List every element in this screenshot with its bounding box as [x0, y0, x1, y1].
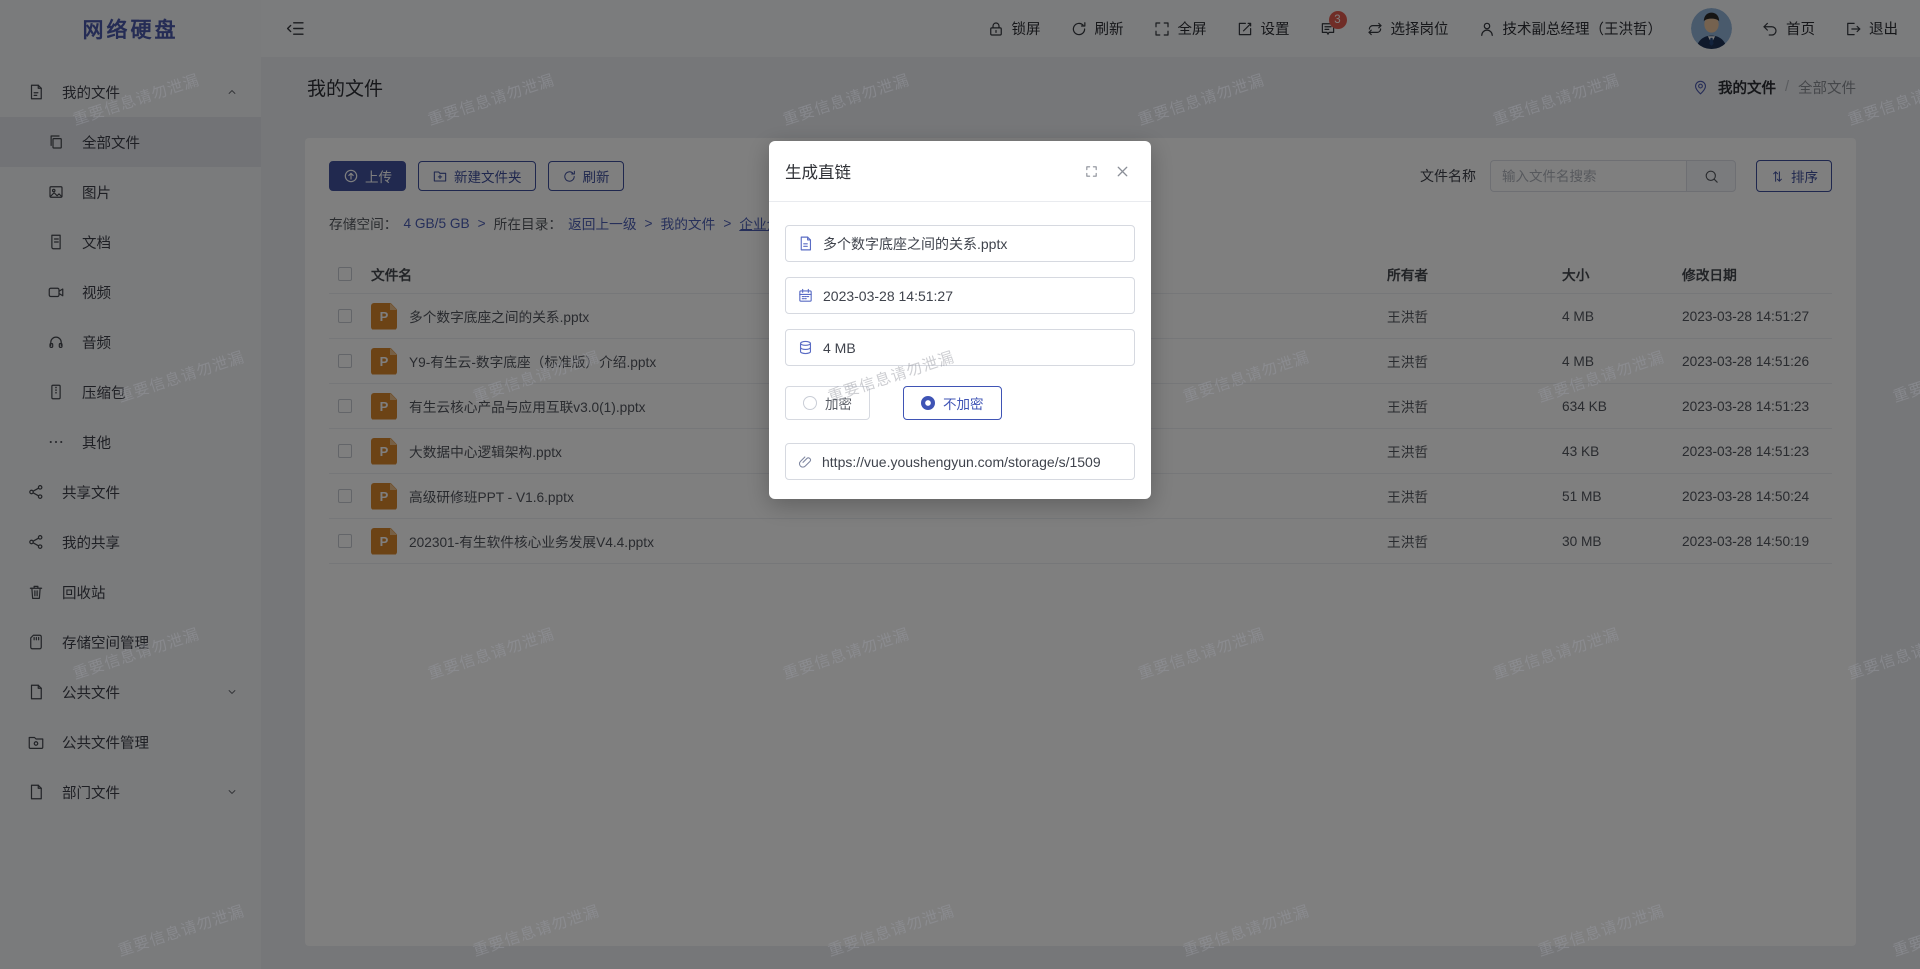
calendar-icon — [797, 287, 814, 304]
file-icon — [797, 235, 814, 252]
no-encrypt-radio[interactable]: 不加密 — [903, 386, 1002, 420]
maximize-icon[interactable] — [1084, 164, 1099, 179]
encrypt-radio[interactable]: 加密 — [785, 386, 870, 420]
link-size-field[interactable]: 4 MB — [785, 329, 1135, 366]
direct-link-field[interactable]: https://vue.youshengyun.com/storage/s/15… — [785, 443, 1135, 480]
no-encrypt-label: 不加密 — [943, 393, 984, 413]
link-modified-value: 2023-03-28 14:51:27 — [823, 288, 953, 304]
link-modified-field[interactable]: 2023-03-28 14:51:27 — [785, 277, 1135, 314]
radio-icon — [803, 396, 817, 410]
paperclip-icon — [797, 454, 813, 470]
encrypt-options: 加密 不加密 — [785, 386, 1135, 420]
generate-link-modal: 生成直链 多个数字底座之间的关系.pptx 2023-03-28 14:51:2… — [769, 141, 1151, 499]
close-icon[interactable] — [1114, 163, 1131, 180]
database-icon — [797, 339, 814, 356]
modal-header: 生成直链 — [769, 141, 1151, 202]
direct-link-value: https://vue.youshengyun.com/storage/s/15… — [822, 454, 1101, 470]
encrypt-label: 加密 — [825, 393, 852, 413]
modal-body: 多个数字底座之间的关系.pptx 2023-03-28 14:51:27 4 M… — [769, 202, 1151, 499]
modal-title: 生成直链 — [785, 159, 851, 183]
radio-icon — [921, 396, 935, 410]
link-file-name-field[interactable]: 多个数字底座之间的关系.pptx — [785, 225, 1135, 262]
link-file-name-value: 多个数字底座之间的关系.pptx — [823, 234, 1007, 254]
link-size-value: 4 MB — [823, 340, 856, 356]
